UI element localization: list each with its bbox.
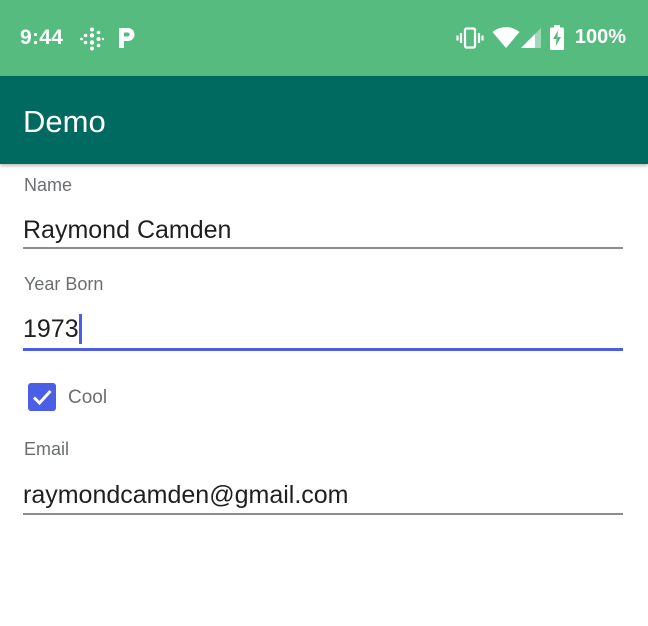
app-title: Demo — [23, 104, 106, 139]
email-label: Email — [24, 439, 70, 459]
email-underline — [23, 513, 623, 515]
name-value[interactable]: Raymond Camden — [23, 216, 231, 245]
cell-signal-icon — [521, 28, 541, 48]
year-born-underline — [23, 348, 623, 351]
email-value[interactable]: raymondcamden@gmail.com — [23, 481, 349, 510]
parking-p-icon — [119, 28, 135, 48]
status-bar: 9:44 100% — [0, 0, 648, 76]
battery-charging-icon — [550, 25, 564, 50]
name-underline — [23, 247, 623, 249]
app-bar: Demo — [0, 76, 648, 164]
vibrate-icon — [456, 27, 484, 49]
cool-checkbox[interactable] — [28, 383, 56, 411]
text-cursor — [79, 314, 82, 344]
year-born-label: Year Born — [24, 274, 104, 294]
name-label: Name — [24, 175, 73, 195]
status-time: 9:44 — [20, 26, 64, 49]
checkmark-icon — [32, 389, 52, 406]
cool-label[interactable]: Cool — [68, 387, 107, 409]
fitbit-icon — [80, 27, 104, 51]
wifi-icon — [492, 27, 520, 48]
year-born-value[interactable]: 1973 — [23, 315, 79, 344]
battery-percentage: 100% — [574, 26, 626, 48]
